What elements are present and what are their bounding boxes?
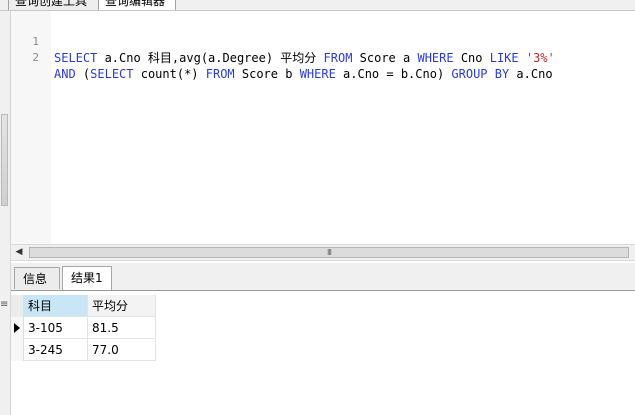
table-cell[interactable]: 77.0 — [88, 339, 156, 361]
result-tab-bar: 信息 结果1 — [11, 263, 635, 291]
code-token: a.Cno — [509, 67, 553, 81]
keyword: FROM — [205, 67, 235, 81]
keyword: FROM — [323, 51, 353, 65]
code-token: a.Cno = b.Cno) — [335, 67, 452, 81]
keyword: GROUP BY — [451, 67, 510, 81]
column-header-average[interactable]: 平均分 — [88, 295, 156, 317]
left-splitter[interactable]: ≡ — [0, 11, 11, 415]
editor-tab-strip: 查询创建工具 查询编辑器 — [0, 0, 635, 11]
code-text[interactable]: AND (SELECT count(*) FROM Score b WHERE … — [54, 66, 553, 82]
scrollbar-thumb[interactable]: III — [29, 247, 629, 258]
row-header[interactable] — [11, 339, 24, 361]
tab-info[interactable]: 信息 — [14, 267, 60, 289]
tab-result-1[interactable]: 结果1 — [62, 266, 112, 290]
code-line-2[interactable]: 2 AND (SELECT count(*) FROM Score b WHER… — [11, 34, 552, 81]
code-token: Score b — [234, 67, 300, 81]
splitter-handle[interactable] — [1, 114, 8, 206]
row-header[interactable] — [11, 317, 24, 339]
code-text[interactable]: SELECT a.Cno 科目,avg(a.Degree) 平均分 FROM S… — [54, 50, 555, 66]
tab-query-editor[interactable]: 查询编辑器 — [98, 0, 176, 10]
splitter-grip-icon[interactable]: ≡ — [0, 300, 8, 310]
keyword: SELECT — [90, 67, 134, 81]
code-token: ( — [75, 67, 91, 81]
keyword: LIKE — [489, 51, 519, 65]
code-token: count(*) — [133, 67, 206, 81]
scroll-left-arrow-icon[interactable]: ◀ — [11, 245, 27, 260]
horizontal-scrollbar[interactable]: ◀ III — [11, 244, 635, 261]
code-token: Score a — [352, 51, 418, 65]
table-cell[interactable]: 3-105 — [24, 317, 88, 339]
sql-editor[interactable]: 1 SELECT a.Cno 科目,avg(a.Degree) 平均分 FROM… — [11, 11, 635, 244]
table-cell[interactable]: 3-245 — [24, 339, 88, 361]
string-literal: '3%' — [525, 51, 555, 65]
code-line-1[interactable]: 1 SELECT a.Cno 科目,avg(a.Degree) 平均分 FROM… — [11, 18, 554, 65]
keyword: WHERE — [299, 67, 336, 81]
keyword: AND — [54, 67, 76, 81]
code-token: a.Cno 科目,avg(a.Degree) 平均分 — [97, 51, 324, 65]
code-token: Cno — [453, 51, 490, 65]
tab-query-builder[interactable]: 查询创建工具 — [8, 0, 102, 10]
keyword: SELECT — [54, 51, 98, 65]
results-grid[interactable]: 科目 平均分 3-105 81.5 3-245 77.0 — [11, 291, 635, 415]
grid-corner[interactable] — [11, 295, 24, 317]
current-row-arrow-icon — [14, 323, 20, 333]
column-header-subject[interactable]: 科目 — [24, 295, 88, 317]
table-cell[interactable]: 81.5 — [88, 317, 156, 339]
line-number: 2 — [32, 51, 39, 64]
keyword: WHERE — [417, 51, 454, 65]
scrollbar-grip-icon: III — [326, 248, 332, 257]
